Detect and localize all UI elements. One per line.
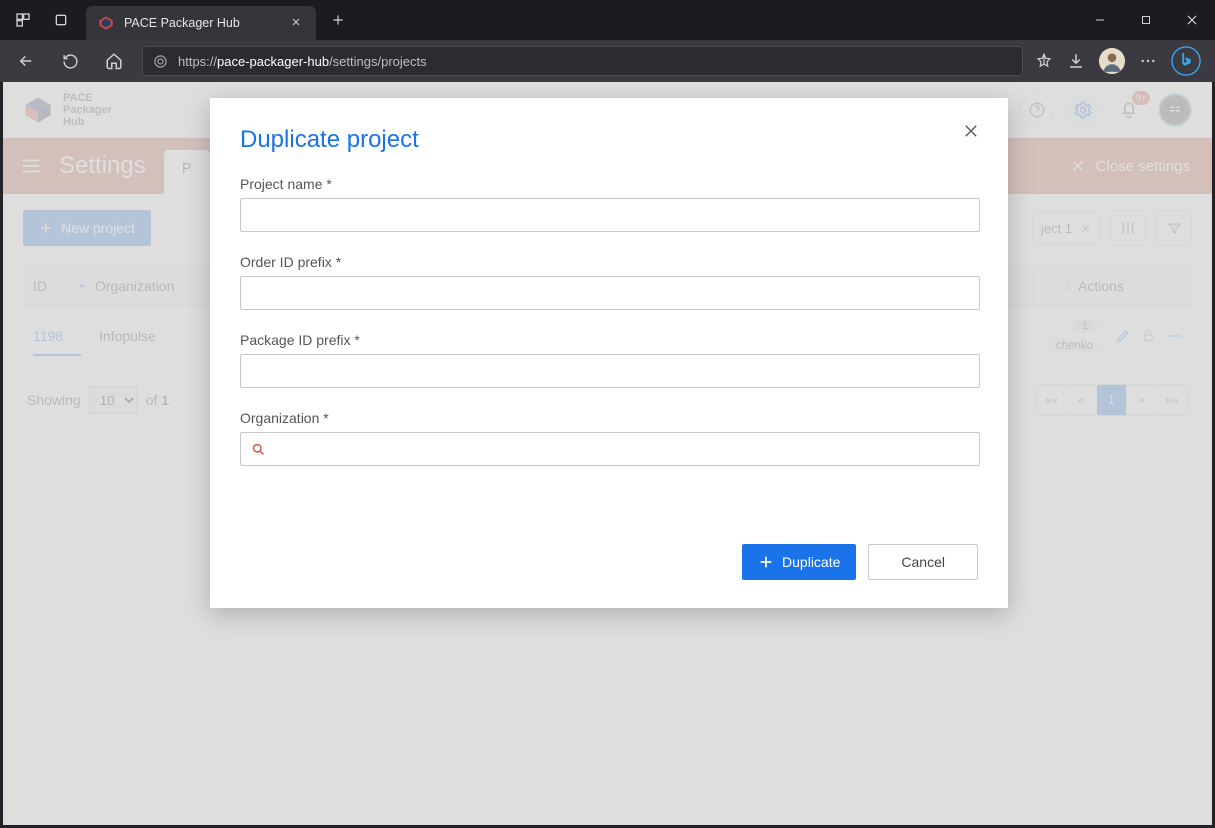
- tab-close-icon[interactable]: [290, 16, 304, 30]
- tab-title: PACE Packager Hub: [124, 16, 280, 30]
- search-icon: [251, 442, 266, 457]
- label-organization: Organization *: [240, 410, 978, 426]
- dialog-close-button[interactable]: [962, 122, 986, 146]
- url-text: https://pace-packager-hub/settings/proje…: [178, 54, 427, 69]
- new-tab-button[interactable]: [324, 13, 352, 27]
- duplicate-button-label: Duplicate: [782, 554, 840, 570]
- downloads-icon[interactable]: [1067, 52, 1085, 70]
- profile-avatar[interactable]: [1099, 48, 1125, 74]
- window-close-button[interactable]: [1169, 0, 1215, 40]
- browser-address-bar: https://pace-packager-hub/settings/proje…: [0, 40, 1215, 82]
- cancel-button-label: Cancel: [901, 554, 945, 570]
- tabs-icon[interactable]: [52, 11, 70, 29]
- favicon-icon: [98, 15, 114, 31]
- site-info-icon[interactable]: [153, 54, 168, 69]
- browser-titlebar: PACE Packager Hub: [0, 0, 1215, 40]
- duplicate-project-dialog: Duplicate project Project name * Order I…: [210, 98, 1008, 608]
- input-project-name[interactable]: [240, 198, 980, 232]
- url-field[interactable]: https://pace-packager-hub/settings/proje…: [142, 46, 1023, 76]
- workspace-icon[interactable]: [14, 11, 32, 29]
- nav-home-button[interactable]: [98, 45, 130, 77]
- window-maximize-button[interactable]: [1123, 0, 1169, 40]
- favorites-icon[interactable]: [1035, 52, 1053, 70]
- input-package-prefix[interactable]: [240, 354, 980, 388]
- dialog-title: Duplicate project: [240, 126, 978, 154]
- input-order-prefix[interactable]: [240, 276, 980, 310]
- label-package-prefix: Package ID prefix *: [240, 332, 978, 348]
- label-project-name: Project name *: [240, 176, 978, 192]
- cancel-button[interactable]: Cancel: [868, 544, 978, 580]
- nav-back-button[interactable]: [10, 45, 42, 77]
- input-organization[interactable]: [240, 432, 980, 466]
- label-order-prefix: Order ID prefix *: [240, 254, 978, 270]
- nav-refresh-button[interactable]: [54, 45, 86, 77]
- window-minimize-button[interactable]: [1077, 0, 1123, 40]
- bing-chat-icon[interactable]: [1171, 46, 1201, 76]
- more-icon[interactable]: [1139, 52, 1157, 70]
- duplicate-button[interactable]: Duplicate: [742, 544, 856, 580]
- browser-tab[interactable]: PACE Packager Hub: [86, 6, 316, 40]
